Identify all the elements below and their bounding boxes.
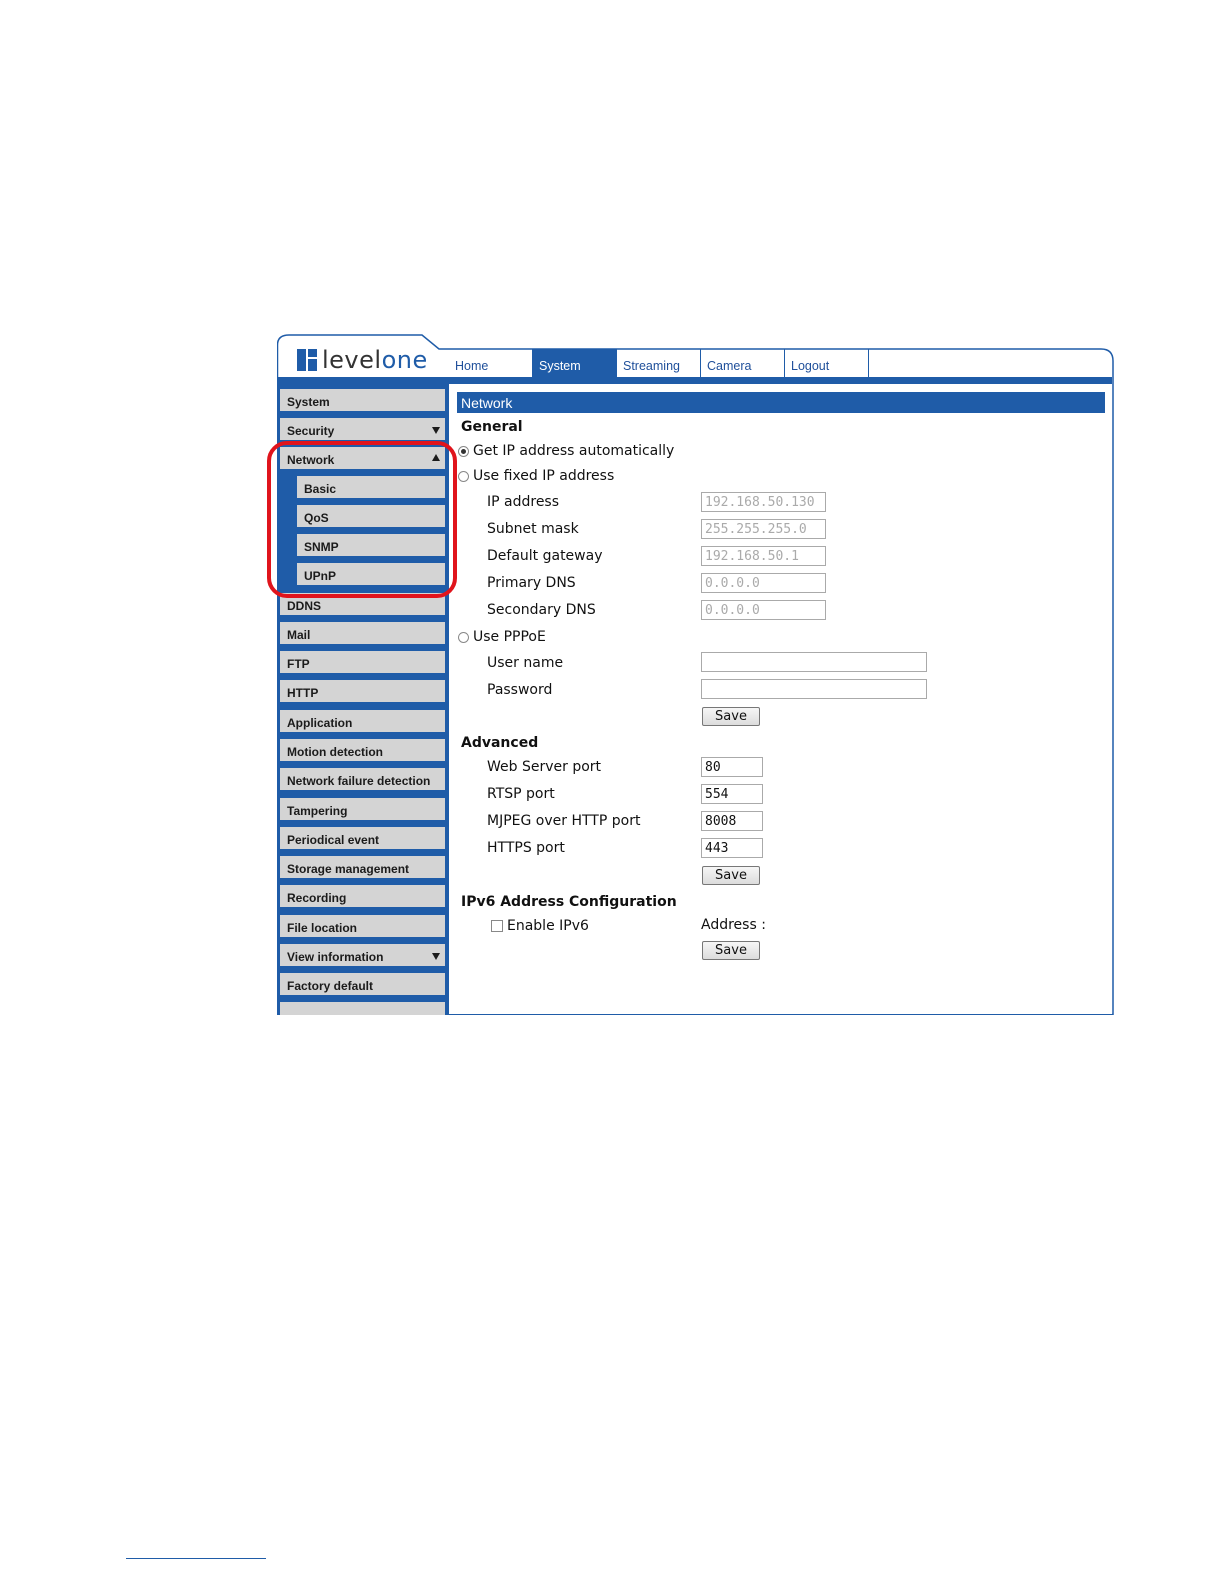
rtsp-port-input[interactable] xyxy=(701,784,763,804)
sidebar-item-ddns[interactable]: DDNS xyxy=(280,593,445,617)
network-settings-panel: Network General Get IP address automatic… xyxy=(449,384,1112,1014)
sidebar-item-label: Mail xyxy=(287,628,311,642)
sidebar-item-label: System xyxy=(287,395,330,409)
sidebar-item-network-failure-detection[interactable]: Network failure detection xyxy=(280,768,445,792)
sidebar: System Security Network Basic QoS SNMP U… xyxy=(277,377,449,1015)
tab-logout[interactable]: Logout xyxy=(785,349,869,377)
footnote-divider xyxy=(126,1558,266,1559)
sidebar-item-recording[interactable]: Recording xyxy=(280,885,445,909)
sidebar-item-storage-management[interactable]: Storage management xyxy=(280,856,445,880)
radio-get-ip-auto[interactable] xyxy=(458,446,469,457)
advanced-save-button[interactable]: Save xyxy=(702,866,760,885)
sidebar-item-http[interactable]: HTTP xyxy=(280,680,445,704)
user-name-label: User name xyxy=(487,655,564,671)
radio-use-pppoe-label: Use PPPoE xyxy=(473,629,546,645)
default-gateway-label: Default gateway xyxy=(487,548,603,564)
sidebar-subitem-qos[interactable]: QoS xyxy=(297,505,445,529)
sidebar-item-mail[interactable]: Mail xyxy=(280,622,445,646)
radio-fixed-ip[interactable] xyxy=(458,471,469,482)
sidebar-item-label: Security xyxy=(287,424,335,438)
enable-ipv6-label: Enable IPv6 xyxy=(507,918,589,934)
sidebar-item-label: DDNS xyxy=(287,599,322,613)
sidebar-item-label: Factory default xyxy=(287,979,374,993)
collapse-up-arrow-icon xyxy=(432,454,440,461)
sidebar-item-system[interactable]: System xyxy=(280,389,445,413)
general-heading: General xyxy=(461,419,523,435)
radio-fixed-ip-label: Use fixed IP address xyxy=(473,468,615,484)
sidebar-item-view-information[interactable]: View information xyxy=(280,944,445,968)
subnet-mask-label: Subnet mask xyxy=(487,521,579,537)
mjpeg-http-port-label: MJPEG over HTTP port xyxy=(487,813,641,829)
secondary-dns-input[interactable] xyxy=(701,600,826,620)
sidebar-item-label: HTTP xyxy=(287,686,319,700)
default-gateway-input[interactable] xyxy=(701,546,826,566)
sidebar-item-ftp[interactable]: FTP xyxy=(280,651,445,675)
subnet-mask-input[interactable] xyxy=(701,519,826,539)
sidebar-item-factory-default[interactable]: Factory default xyxy=(280,973,445,997)
ip-address-input[interactable] xyxy=(701,492,826,512)
sidebar-item-file-location[interactable]: File location xyxy=(280,915,445,939)
tab-streaming[interactable]: Streaming xyxy=(617,349,701,377)
sidebar-subitem-upnp[interactable]: UPnP xyxy=(297,563,445,587)
sidebar-item-motion-detection[interactable]: Motion detection xyxy=(280,739,445,763)
sidebar-item-label: Basic xyxy=(304,482,337,496)
sidebar-item-tampering[interactable]: Tampering xyxy=(280,798,445,822)
mjpeg-http-port-input[interactable] xyxy=(701,811,763,831)
camera-web-ui-window: levelone Home System Streaming Camera Lo… xyxy=(277,333,1114,1015)
sidebar-item-label: Application xyxy=(287,716,353,730)
sidebar-item-label: Storage management xyxy=(287,862,410,876)
sidebar-item-security[interactable]: Security xyxy=(280,418,445,442)
sidebar-item-network[interactable]: Network xyxy=(280,447,445,471)
sidebar-subitem-basic[interactable]: Basic xyxy=(297,476,445,500)
primary-dns-input[interactable] xyxy=(701,573,826,593)
advanced-heading: Advanced xyxy=(461,735,539,751)
sidebar-item-label: Recording xyxy=(287,891,347,905)
general-save-button[interactable]: Save xyxy=(702,707,760,726)
password-input[interactable] xyxy=(701,679,927,699)
enable-ipv6-checkbox[interactable] xyxy=(491,920,503,932)
sidebar-item-label: Network xyxy=(287,453,335,467)
radio-use-pppoe[interactable] xyxy=(458,632,469,643)
web-server-port-input[interactable] xyxy=(701,757,763,777)
sidebar-item-label: SNMP xyxy=(304,540,339,554)
sidebar-item-label: Periodical event xyxy=(287,833,380,847)
sidebar-item-label: Tampering xyxy=(287,804,348,818)
expand-down-arrow-icon xyxy=(432,953,440,960)
panel-title: Network xyxy=(457,392,1105,413)
tab-home[interactable]: Home xyxy=(449,349,533,377)
sidebar-item-label: View information xyxy=(287,950,384,964)
levelone-logo-icon xyxy=(297,349,317,371)
sidebar-item-label: QoS xyxy=(304,511,329,525)
ipv6-heading: IPv6 Address Configuration xyxy=(461,894,677,910)
https-port-input[interactable] xyxy=(701,838,763,858)
secondary-dns-label: Secondary DNS xyxy=(487,602,596,618)
sidebar-item-application[interactable]: Application xyxy=(280,710,445,734)
sidebar-item-partial xyxy=(280,1002,445,1015)
logo-wordmark: levelone xyxy=(322,346,428,374)
sidebar-item-label: File location xyxy=(287,921,358,935)
sidebar-subitem-snmp[interactable]: SNMP xyxy=(297,534,445,558)
sidebar-item-periodical-event[interactable]: Periodical event xyxy=(280,827,445,851)
tab-system[interactable]: System xyxy=(533,349,617,377)
tab-camera[interactable]: Camera xyxy=(701,349,785,377)
rtsp-port-label: RTSP port xyxy=(487,786,555,802)
sidebar-item-label: UPnP xyxy=(304,569,337,583)
ipv6-address-label: Address : xyxy=(701,917,766,933)
user-name-input[interactable] xyxy=(701,652,927,672)
password-label: Password xyxy=(487,682,553,698)
ip-address-label: IP address xyxy=(487,494,560,510)
nav-underline-bar xyxy=(449,377,1112,384)
https-port-label: HTTPS port xyxy=(487,840,565,856)
radio-get-ip-auto-label: Get IP address automatically xyxy=(473,443,675,459)
ipv6-save-button[interactable]: Save xyxy=(702,941,760,960)
primary-dns-label: Primary DNS xyxy=(487,575,576,591)
levelone-logo: levelone xyxy=(297,345,428,375)
sidebar-item-label: Network failure detection xyxy=(287,774,431,788)
sidebar-item-label: FTP xyxy=(287,657,310,671)
expand-down-arrow-icon xyxy=(432,427,440,434)
top-nav: Home System Streaming Camera Logout xyxy=(449,349,869,377)
sidebar-item-label: Motion detection xyxy=(287,745,383,759)
web-server-port-label: Web Server port xyxy=(487,759,602,775)
